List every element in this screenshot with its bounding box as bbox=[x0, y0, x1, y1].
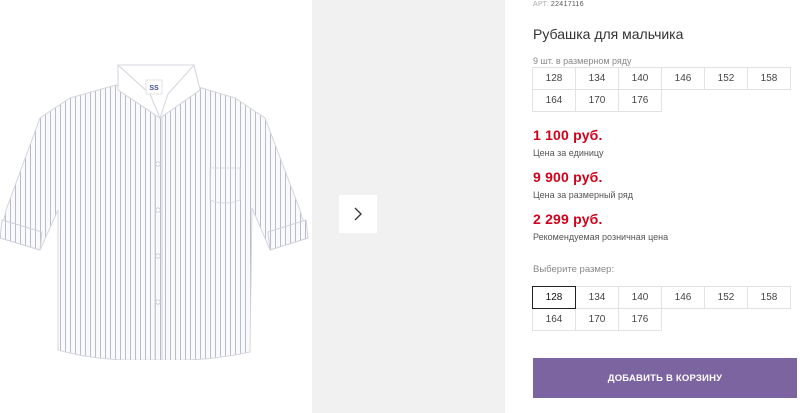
shirt-image: SS bbox=[0, 63, 309, 360]
add-to-cart-button[interactable]: ДОБАВИТЬ В КОРЗИНУ bbox=[533, 358, 797, 398]
size-option-170[interactable]: 170 bbox=[575, 308, 619, 331]
row-price-label: Цена за размерный ряд bbox=[533, 190, 634, 200]
size-row-grid: 128 134 140 146 152 158 164 170 176 bbox=[532, 67, 797, 112]
size-option-134[interactable]: 134 bbox=[575, 286, 619, 309]
row-size-cell: 164 bbox=[532, 89, 576, 112]
size-option-158[interactable]: 158 bbox=[747, 286, 791, 309]
row-size-cell: 158 bbox=[747, 67, 791, 90]
row-size-cell: 134 bbox=[575, 67, 619, 90]
unit-price-label: Цена за единицу bbox=[533, 148, 604, 158]
article-prefix: АРТ. bbox=[533, 1, 549, 8]
article-code: АРТ. 22417116 bbox=[533, 1, 584, 8]
unit-price: 1 100 руб. bbox=[533, 127, 603, 143]
row-size-cell: 176 bbox=[618, 89, 662, 112]
size-option-176[interactable]: 176 bbox=[618, 308, 662, 331]
size-option-146[interactable]: 146 bbox=[661, 286, 705, 309]
row-size-cell: 146 bbox=[661, 67, 705, 90]
row-price: 9 900 руб. bbox=[533, 169, 603, 185]
next-image-button[interactable] bbox=[339, 195, 377, 233]
size-option-152[interactable]: 152 bbox=[704, 286, 748, 309]
row-size-cell: 128 bbox=[532, 67, 576, 90]
row-size-note: 9 шт. в размерном ряду bbox=[533, 56, 632, 66]
size-picker: 128 134 140 146 152 158 164 170 176 bbox=[532, 286, 797, 331]
product-image-gallery: SS bbox=[0, 0, 312, 413]
row-size-cell: 170 bbox=[575, 89, 619, 112]
size-option-140[interactable]: 140 bbox=[618, 286, 662, 309]
retail-price: 2 299 руб. bbox=[533, 211, 603, 227]
product-title: Рубашка для мальчика bbox=[533, 26, 684, 42]
size-option-128[interactable]: 128 bbox=[532, 286, 576, 309]
row-size-cell: 140 bbox=[618, 67, 662, 90]
article-number: 22417116 bbox=[550, 1, 584, 8]
retail-price-label: Рекомендуемая розничная цена bbox=[533, 232, 669, 242]
brand-label-logo: SS bbox=[149, 85, 159, 92]
choose-size-label: Выберите размер: bbox=[533, 264, 615, 275]
row-size-cell: 152 bbox=[704, 67, 748, 90]
size-option-164[interactable]: 164 bbox=[532, 308, 576, 331]
chevron-right-icon bbox=[354, 207, 362, 221]
